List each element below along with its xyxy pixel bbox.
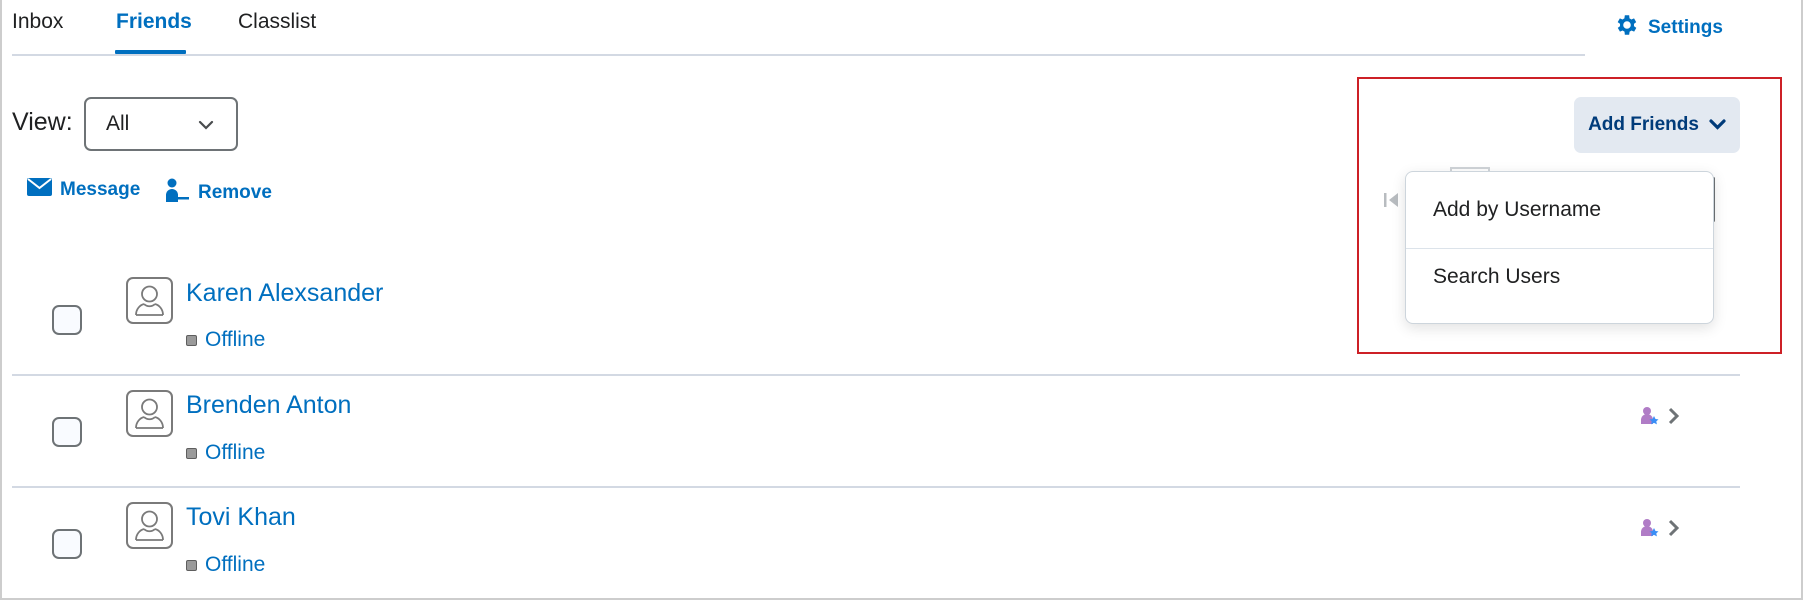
- user-star-icon[interactable]: [1640, 406, 1660, 431]
- remove-button[interactable]: Remove: [165, 178, 272, 208]
- settings-label: Settings: [1648, 17, 1723, 38]
- offline-status-icon: [186, 559, 197, 571]
- status: Offline: [186, 441, 265, 465]
- avatar: [126, 390, 173, 437]
- highlight-box: [1357, 77, 1782, 354]
- tab-inbox[interactable]: Inbox: [12, 10, 63, 34]
- row-actions: [1640, 406, 1680, 431]
- avatar: [126, 502, 173, 549]
- view-selected-value: All: [106, 112, 130, 135]
- row-actions: [1640, 518, 1680, 543]
- status: Offline: [186, 553, 265, 577]
- status: Offline: [186, 328, 265, 352]
- row-checkbox[interactable]: [52, 529, 82, 559]
- default-user-icon: [135, 285, 164, 316]
- message-label: Message: [60, 179, 141, 200]
- view-label: View:: [12, 108, 73, 136]
- tab-classlist[interactable]: Classlist: [238, 10, 316, 34]
- active-tab-indicator: [115, 50, 186, 54]
- remove-label: Remove: [198, 182, 272, 203]
- default-user-icon: [135, 398, 164, 429]
- chevron-right-icon[interactable]: [1668, 519, 1680, 542]
- default-user-icon: [135, 510, 164, 541]
- gear-icon: [1614, 12, 1640, 44]
- chevron-right-icon[interactable]: [1668, 407, 1680, 430]
- friend-name[interactable]: Brenden Anton: [186, 391, 351, 420]
- avatar: [126, 277, 173, 324]
- remove-user-icon: [165, 178, 190, 208]
- row-checkbox[interactable]: [52, 305, 82, 335]
- offline-status-icon: [186, 447, 197, 459]
- row-checkbox[interactable]: [52, 417, 82, 447]
- tab-bar-divider: [12, 54, 1585, 56]
- offline-status-icon: [186, 334, 197, 346]
- row-divider: [12, 374, 1740, 376]
- status-label: Offline: [205, 441, 266, 464]
- status-label: Offline: [205, 553, 266, 576]
- user-star-icon[interactable]: [1640, 518, 1660, 543]
- tab-friends[interactable]: Friends: [116, 10, 192, 34]
- status-label: Offline: [205, 328, 266, 351]
- view-select[interactable]: All: [84, 97, 238, 151]
- settings-link[interactable]: Settings: [1614, 12, 1723, 44]
- message-button[interactable]: Message: [27, 178, 140, 202]
- envelope-icon: [27, 178, 52, 202]
- chevron-down-icon: [198, 112, 214, 136]
- row-divider: [12, 486, 1740, 488]
- friend-name[interactable]: Karen Alexsander: [186, 279, 383, 308]
- friend-name[interactable]: Tovi Khan: [186, 503, 296, 532]
